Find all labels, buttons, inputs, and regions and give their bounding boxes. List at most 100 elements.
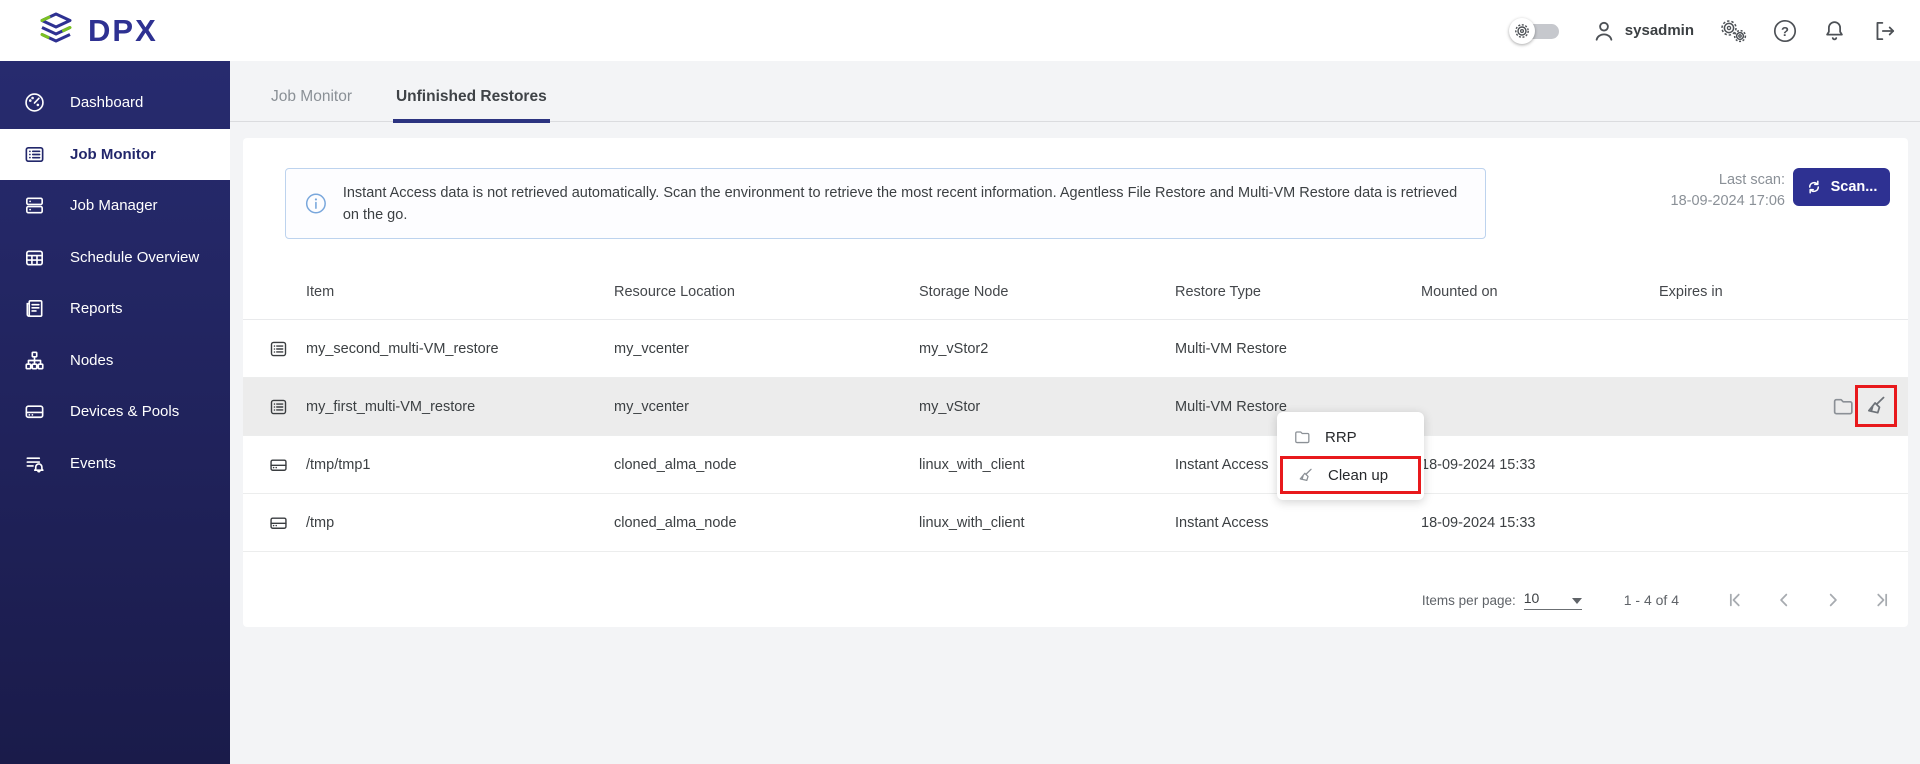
menu-item-clean-up[interactable]: Clean up xyxy=(1280,456,1421,494)
cell-resource-location: my_vcenter xyxy=(614,340,689,357)
sidebar-item-label: Reports xyxy=(70,300,123,318)
cell-restore-type: Instant Access xyxy=(1175,514,1269,531)
info-banner: Instant Access data is not retrieved aut… xyxy=(285,168,1486,239)
cell-item: /tmp xyxy=(306,514,335,531)
annotation-box-broom xyxy=(1855,385,1897,427)
user-menu[interactable]: sysadmin xyxy=(1591,18,1694,44)
last-scan-value: 18-09-2024 17:06 xyxy=(1670,193,1786,209)
dpx-logo-icon xyxy=(40,12,72,43)
sidebar-item-label: Job Manager xyxy=(70,197,158,215)
unfinished-restores-panel: Instant Access data is not retrieved aut… xyxy=(243,138,1908,627)
restores-table: Item Resource Location Storage Node Rest… xyxy=(243,265,1908,552)
prev-page-icon[interactable] xyxy=(1774,590,1794,610)
col-item: Item xyxy=(306,284,335,300)
sidebar-item-devices-pools[interactable]: Devices & Pools xyxy=(0,386,230,438)
sidebar-item-label: Devices & Pools xyxy=(70,403,180,421)
tab-job-monitor[interactable]: Job Monitor xyxy=(268,88,355,123)
col-storage-node: Storage Node xyxy=(919,284,1009,300)
folder-icon xyxy=(1295,430,1310,443)
tab-unfinished-restores[interactable]: Unfinished Restores xyxy=(392,88,550,123)
scan-button[interactable]: Scan... xyxy=(1793,168,1890,206)
tab-bar: Job Monitor Unfinished Restores xyxy=(268,88,550,123)
cell-storage-node: linux_with_client xyxy=(919,456,1025,473)
cell-restore-type: Instant Access xyxy=(1175,456,1269,473)
svg-text:?: ? xyxy=(1781,24,1789,39)
next-page-icon[interactable] xyxy=(1823,590,1843,610)
cell-restore-type: Multi-VM Restore xyxy=(1175,398,1287,415)
sidebar-item-job-monitor[interactable]: Job Monitor xyxy=(0,128,230,180)
sidebar-item-dashboard[interactable]: Dashboard xyxy=(0,77,230,129)
sidebar-item-job-manager[interactable]: Job Manager xyxy=(0,180,230,232)
table-row[interactable]: /tmp cloned_alma_node linux_with_client … xyxy=(243,494,1908,552)
multi-vm-list-icon xyxy=(268,396,289,417)
info-icon xyxy=(305,193,326,214)
last-scan-label: Last scan: xyxy=(1718,172,1785,188)
col-expires-in: Expires in xyxy=(1659,284,1723,300)
row-context-menu: RRP Clean up xyxy=(1277,412,1424,500)
gauge-icon xyxy=(25,93,44,112)
broom-icon[interactable] xyxy=(1863,393,1889,419)
table-header: Item Resource Location Storage Node Rest… xyxy=(243,265,1908,320)
help-icon[interactable]: ? xyxy=(1772,18,1798,44)
items-per-page-select[interactable]: 10 xyxy=(1523,590,1582,610)
cell-storage-node: my_vStor2 xyxy=(919,340,989,357)
sidebar-item-label: Events xyxy=(70,454,116,472)
topbar-actions: sysadmin ? xyxy=(1508,0,1898,61)
last-page-icon[interactable] xyxy=(1872,590,1892,610)
table-row-highlighted[interactable]: my_first_multi-VM_restore my_vcenter my_… xyxy=(243,378,1908,436)
user-icon xyxy=(1595,21,1613,41)
menu-item-label: Clean up xyxy=(1328,466,1389,484)
report-icon xyxy=(26,300,43,318)
theme-toggle[interactable] xyxy=(1508,17,1561,44)
col-resource-location: Resource Location xyxy=(614,284,735,300)
sidebar: Dashboard Job Monitor Job Manager Schedu… xyxy=(0,61,230,764)
cell-resource-location: cloned_alma_node xyxy=(614,514,737,531)
broom-icon xyxy=(1299,468,1312,481)
settings-gears-icon[interactable] xyxy=(1718,18,1748,44)
username: sysadmin xyxy=(1624,22,1694,39)
cell-storage-node: my_vStor xyxy=(919,398,981,415)
first-page-icon[interactable] xyxy=(1725,590,1745,610)
list-icon xyxy=(25,146,44,162)
hard-drive-icon xyxy=(268,512,289,533)
event-list-bell-icon xyxy=(26,457,44,473)
cell-storage-node: linux_with_client xyxy=(919,514,1025,531)
calendar-icon xyxy=(26,250,43,266)
sidebar-item-events[interactable]: Events xyxy=(0,438,230,490)
refresh-icon xyxy=(1808,180,1819,194)
last-scan: Last scan: 18-09-2024 17:06 xyxy=(1573,170,1786,212)
sidebar-item-nodes[interactable]: Nodes xyxy=(0,335,230,387)
multi-vm-list-icon xyxy=(268,338,289,359)
cell-item: /tmp/tmp1 xyxy=(306,456,371,473)
logout-icon[interactable] xyxy=(1871,18,1898,44)
sidebar-item-label: Dashboard xyxy=(70,94,144,112)
items-per-page-value: 10 xyxy=(1523,590,1540,606)
nodes-icon xyxy=(25,351,44,370)
sidebar-item-label: Nodes xyxy=(70,351,114,369)
page-navigation xyxy=(1725,590,1892,610)
brand-logo: DPX xyxy=(36,11,158,51)
chevron-down-icon xyxy=(1571,598,1582,604)
cell-item: my_first_multi-VM_restore xyxy=(306,398,476,415)
folder-icon[interactable] xyxy=(1831,394,1856,419)
table-row[interactable]: /tmp/tmp1 cloned_alma_node linux_with_cl… xyxy=(243,436,1908,494)
col-mounted-on: Mounted on xyxy=(1421,284,1498,300)
sidebar-item-label: Job Monitor xyxy=(70,145,156,163)
cell-resource-location: cloned_alma_node xyxy=(614,456,737,473)
menu-item-label: RRP xyxy=(1325,428,1357,446)
items-per-page-label: Items per page: xyxy=(1421,592,1516,608)
sidebar-item-label: Schedule Overview xyxy=(70,248,200,266)
col-restore-type: Restore Type xyxy=(1175,284,1261,300)
sidebar-item-reports[interactable]: Reports xyxy=(0,283,230,335)
cell-restore-type: Multi-VM Restore xyxy=(1175,340,1287,357)
sidebar-item-schedule-overview[interactable]: Schedule Overview xyxy=(0,232,230,284)
top-bar: DPX sysadmin ? xyxy=(0,0,1920,61)
notifications-bell-icon[interactable] xyxy=(1822,18,1847,44)
hard-drive-icon xyxy=(268,454,289,475)
table-row[interactable]: my_second_multi-VM_restore my_vcenter my… xyxy=(243,320,1908,378)
info-banner-text: Instant Access data is not retrieved aut… xyxy=(342,184,1458,223)
cards-icon xyxy=(26,197,43,214)
menu-item-rrp[interactable]: RRP xyxy=(1277,418,1424,456)
toggle-gear-icon xyxy=(1508,17,1535,44)
pagination: Items per page: 10 1 - 4 of 4 xyxy=(1422,582,1892,618)
